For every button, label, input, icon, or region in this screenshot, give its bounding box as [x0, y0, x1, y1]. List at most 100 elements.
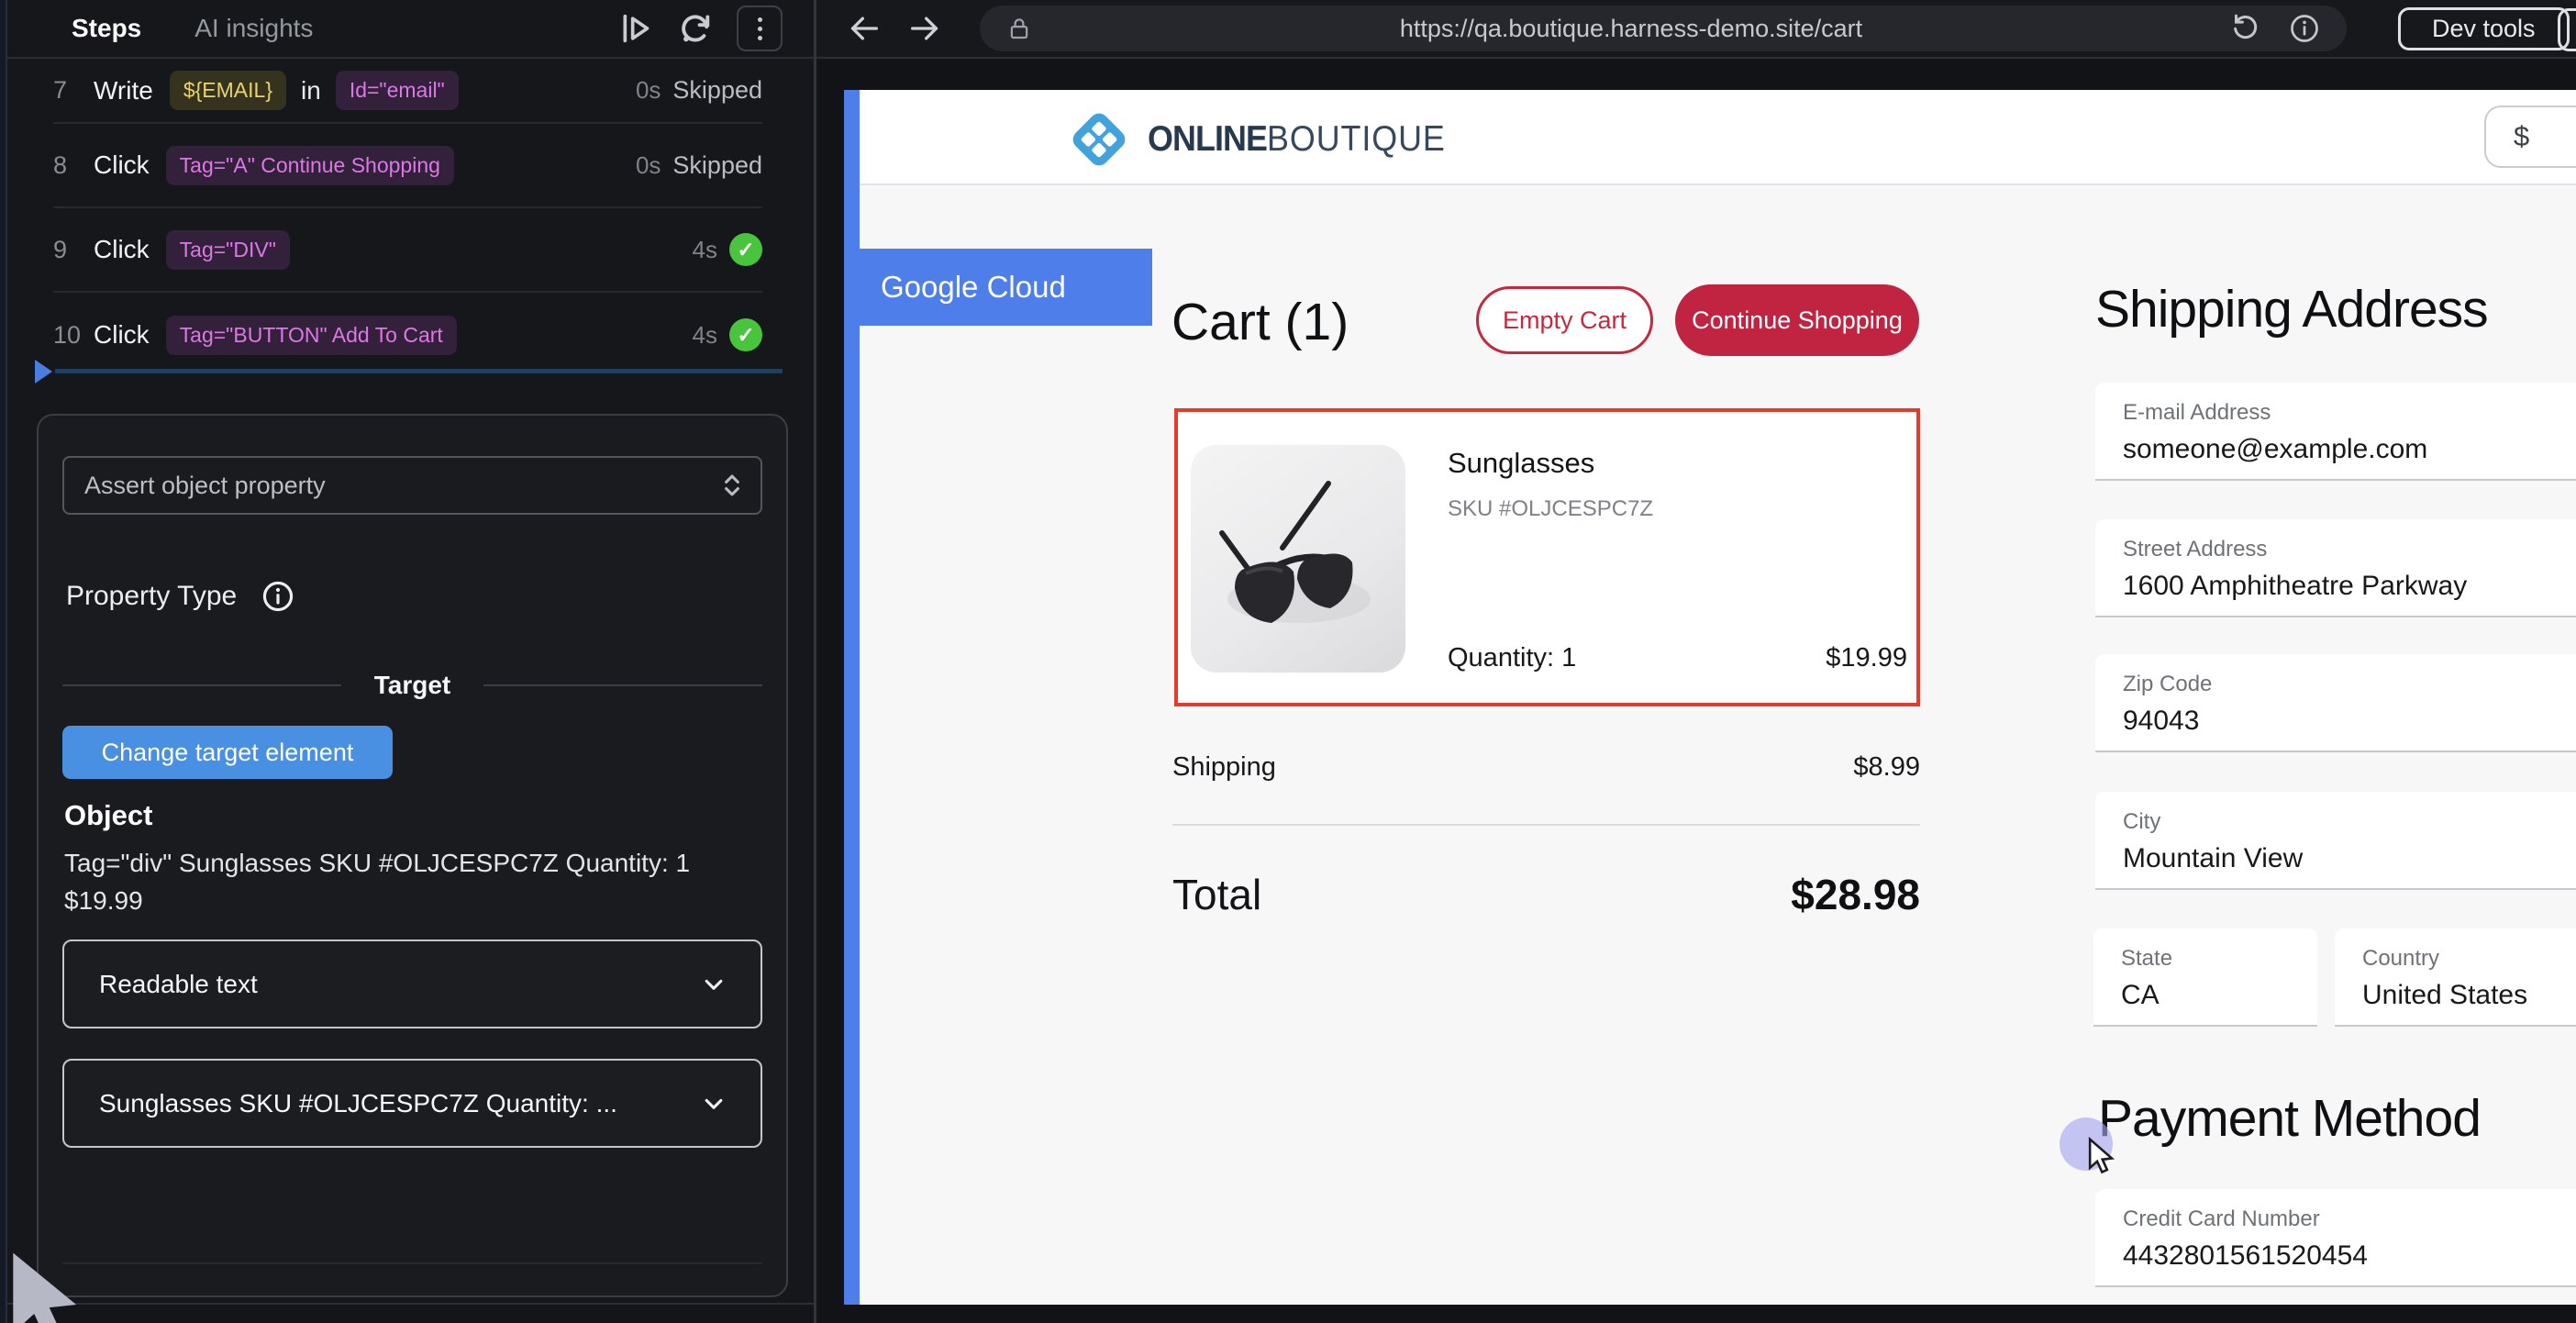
app-window: Steps AI insights 7 Write ${EMAIL} in Id… — [0, 0, 2576, 1323]
sunglasses-image — [1191, 445, 1405, 673]
toolbar-partial-button[interactable] — [2558, 8, 2576, 51]
step-number: 8 — [53, 151, 86, 180]
execution-marker-icon — [35, 360, 52, 384]
step-status: Skipped — [672, 151, 762, 180]
step-play-icon[interactable] — [617, 10, 654, 47]
step-duration: 4s — [693, 236, 717, 264]
chevron-updown-icon — [716, 470, 748, 501]
target-section-divider: Target — [62, 671, 762, 700]
logo-diamond-icon — [1067, 107, 1131, 172]
step-duration: 0s — [636, 151, 661, 180]
readable-text-value: Readable text — [99, 970, 258, 999]
shipping-label: Shipping — [1172, 752, 1276, 783]
window-edge — [0, 0, 7, 1323]
object-value-text: Sunglasses SKU #OLJCESPC7Z Quantity: ... — [99, 1089, 617, 1118]
variable-badge[interactable]: ${EMAIL} — [170, 71, 286, 110]
target-badge[interactable]: Tag="A" Continue Shopping — [166, 146, 454, 185]
totals-divider — [1172, 824, 1920, 826]
steps-panel-header: Steps AI insights — [0, 0, 814, 59]
target-badge[interactable]: Id="email" — [336, 71, 459, 110]
google-cloud-label: Google Cloud — [881, 270, 1066, 305]
state-value: CA — [2121, 980, 2317, 1011]
target-label: Target — [374, 671, 451, 700]
zip-code-field[interactable]: Zip Code 94043 — [2095, 654, 2576, 752]
mouse-cursor — [0, 1249, 97, 1323]
target-badge[interactable]: Tag="DIV" — [166, 230, 290, 270]
chevron-down-icon — [698, 1088, 729, 1119]
step-duration: 0s — [636, 76, 661, 105]
address-bar[interactable]: https://qa.boutique.harness-demo.site/ca… — [980, 6, 2347, 51]
cart-title: Cart (1) — [1171, 292, 1349, 352]
step-action: Click — [94, 235, 150, 264]
payment-method-heading: Payment Method — [2098, 1088, 2481, 1149]
step-passed-check-icon: ✓ — [729, 233, 762, 266]
email-label: E-mail Address — [2123, 400, 2576, 426]
zip-value: 94043 — [2123, 706, 2576, 737]
forward-icon[interactable] — [906, 10, 943, 47]
street-label: Street Address — [2123, 537, 2576, 562]
city-value: Mountain View — [2123, 843, 2576, 874]
step-action: Write — [94, 76, 153, 106]
property-type-label: Property Type — [66, 581, 237, 612]
product-image — [1191, 445, 1405, 673]
mouse-cursor — [2082, 1136, 2122, 1181]
total-label: Total — [1172, 870, 1261, 919]
product-price: $19.99 — [1826, 643, 1907, 673]
currency-selector[interactable]: $ — [2484, 106, 2576, 168]
step-action: Click — [94, 320, 150, 350]
reload-icon[interactable] — [2229, 12, 2262, 45]
lock-icon — [1005, 13, 1033, 44]
rerun-icon[interactable] — [676, 9, 715, 48]
empty-cart-button[interactable]: Empty Cart — [1476, 286, 1653, 354]
embedded-browser: https://qa.boutique.harness-demo.site/ca… — [816, 0, 2576, 1323]
street-value: 1600 Amphitheatre Parkway — [2123, 571, 2576, 602]
page-info-icon[interactable] — [2288, 12, 2321, 45]
email-value: someone@example.com — [2123, 434, 2576, 465]
tab-steps[interactable]: Steps — [72, 14, 141, 43]
credit-card-field[interactable]: Credit Card Number 4432801561520454 — [2095, 1189, 2576, 1287]
step-duration: 4s — [693, 321, 717, 350]
kebab-menu-icon[interactable] — [737, 6, 783, 51]
street-address-field[interactable]: Street Address 1600 Amphitheatre Parkway — [2095, 519, 2576, 617]
back-icon[interactable] — [846, 10, 883, 47]
step-row-10[interactable]: 10 Click Tag="BUTTON" Add To Cart 4s ✓ — [53, 293, 762, 377]
step-row-8[interactable]: 8 Click Tag="A" Continue Shopping 0s Ski… — [53, 124, 762, 208]
object-heading: Object — [62, 799, 762, 832]
url-text[interactable]: https://qa.boutique.harness-demo.site/ca… — [1033, 15, 2229, 43]
tab-ai-insights[interactable]: AI insights — [194, 14, 313, 43]
page-left-accent — [844, 90, 860, 1305]
country-field[interactable]: Country United States — [2335, 928, 2576, 1027]
state-field[interactable]: State CA — [2093, 928, 2317, 1027]
assertion-type-value: Assert object property — [84, 472, 326, 500]
card-footer-divider — [62, 1262, 762, 1264]
target-badge[interactable]: Tag="BUTTON" Add To Cart — [166, 316, 457, 355]
shipping-cost-row: Shipping $8.99 — [1172, 752, 1920, 783]
step-row-7[interactable]: 7 Write ${EMAIL} in Id="email" 0s Skippe… — [53, 59, 762, 124]
devtools-button[interactable]: Dev tools — [2398, 7, 2570, 50]
state-label: State — [2121, 946, 2317, 972]
step-passed-check-icon: ✓ — [729, 318, 762, 351]
change-target-button[interactable]: Change target element — [62, 726, 393, 779]
step-number: 10 — [53, 321, 86, 350]
country-value: United States — [2362, 980, 2576, 1011]
online-boutique-logo[interactable]: ONLINEBOUTIQUE — [1067, 107, 1471, 172]
cart-item-highlighted[interactable]: Sunglasses SKU #OLJCESPC7Z Quantity: 1 $… — [1174, 408, 1920, 706]
city-label: City — [2123, 809, 2576, 835]
step-row-9[interactable]: 9 Click Tag="DIV" 4s ✓ — [53, 208, 762, 293]
continue-shopping-button[interactable]: Continue Shopping — [1675, 284, 1919, 356]
panel-footer-bar — [7, 1303, 814, 1323]
product-quantity: Quantity: 1 — [1448, 643, 1576, 673]
logo-text-thin: BOUTIQUE — [1267, 119, 1446, 160]
object-value-select[interactable]: Sunglasses SKU #OLJCESPC7Z Quantity: ... — [62, 1059, 762, 1148]
email-field[interactable]: E-mail Address someone@example.com — [2095, 383, 2576, 481]
browser-viewport: ONLINEBOUTIQUE $ Google Cloud Cart (1) E… — [816, 59, 2576, 1323]
site-header: ONLINEBOUTIQUE $ — [860, 90, 2576, 185]
step-action: Click — [94, 150, 150, 180]
city-field[interactable]: City Mountain View — [2095, 792, 2576, 890]
currency-symbol: $ — [2514, 120, 2529, 153]
assertion-type-select[interactable]: Assert object property — [62, 456, 762, 515]
google-cloud-badge: Google Cloud — [860, 249, 1152, 326]
info-icon[interactable] — [261, 579, 295, 614]
readable-text-select[interactable]: Readable text — [62, 939, 762, 1028]
steps-panel: Steps AI insights 7 Write ${EMAIL} in Id… — [0, 0, 816, 1323]
